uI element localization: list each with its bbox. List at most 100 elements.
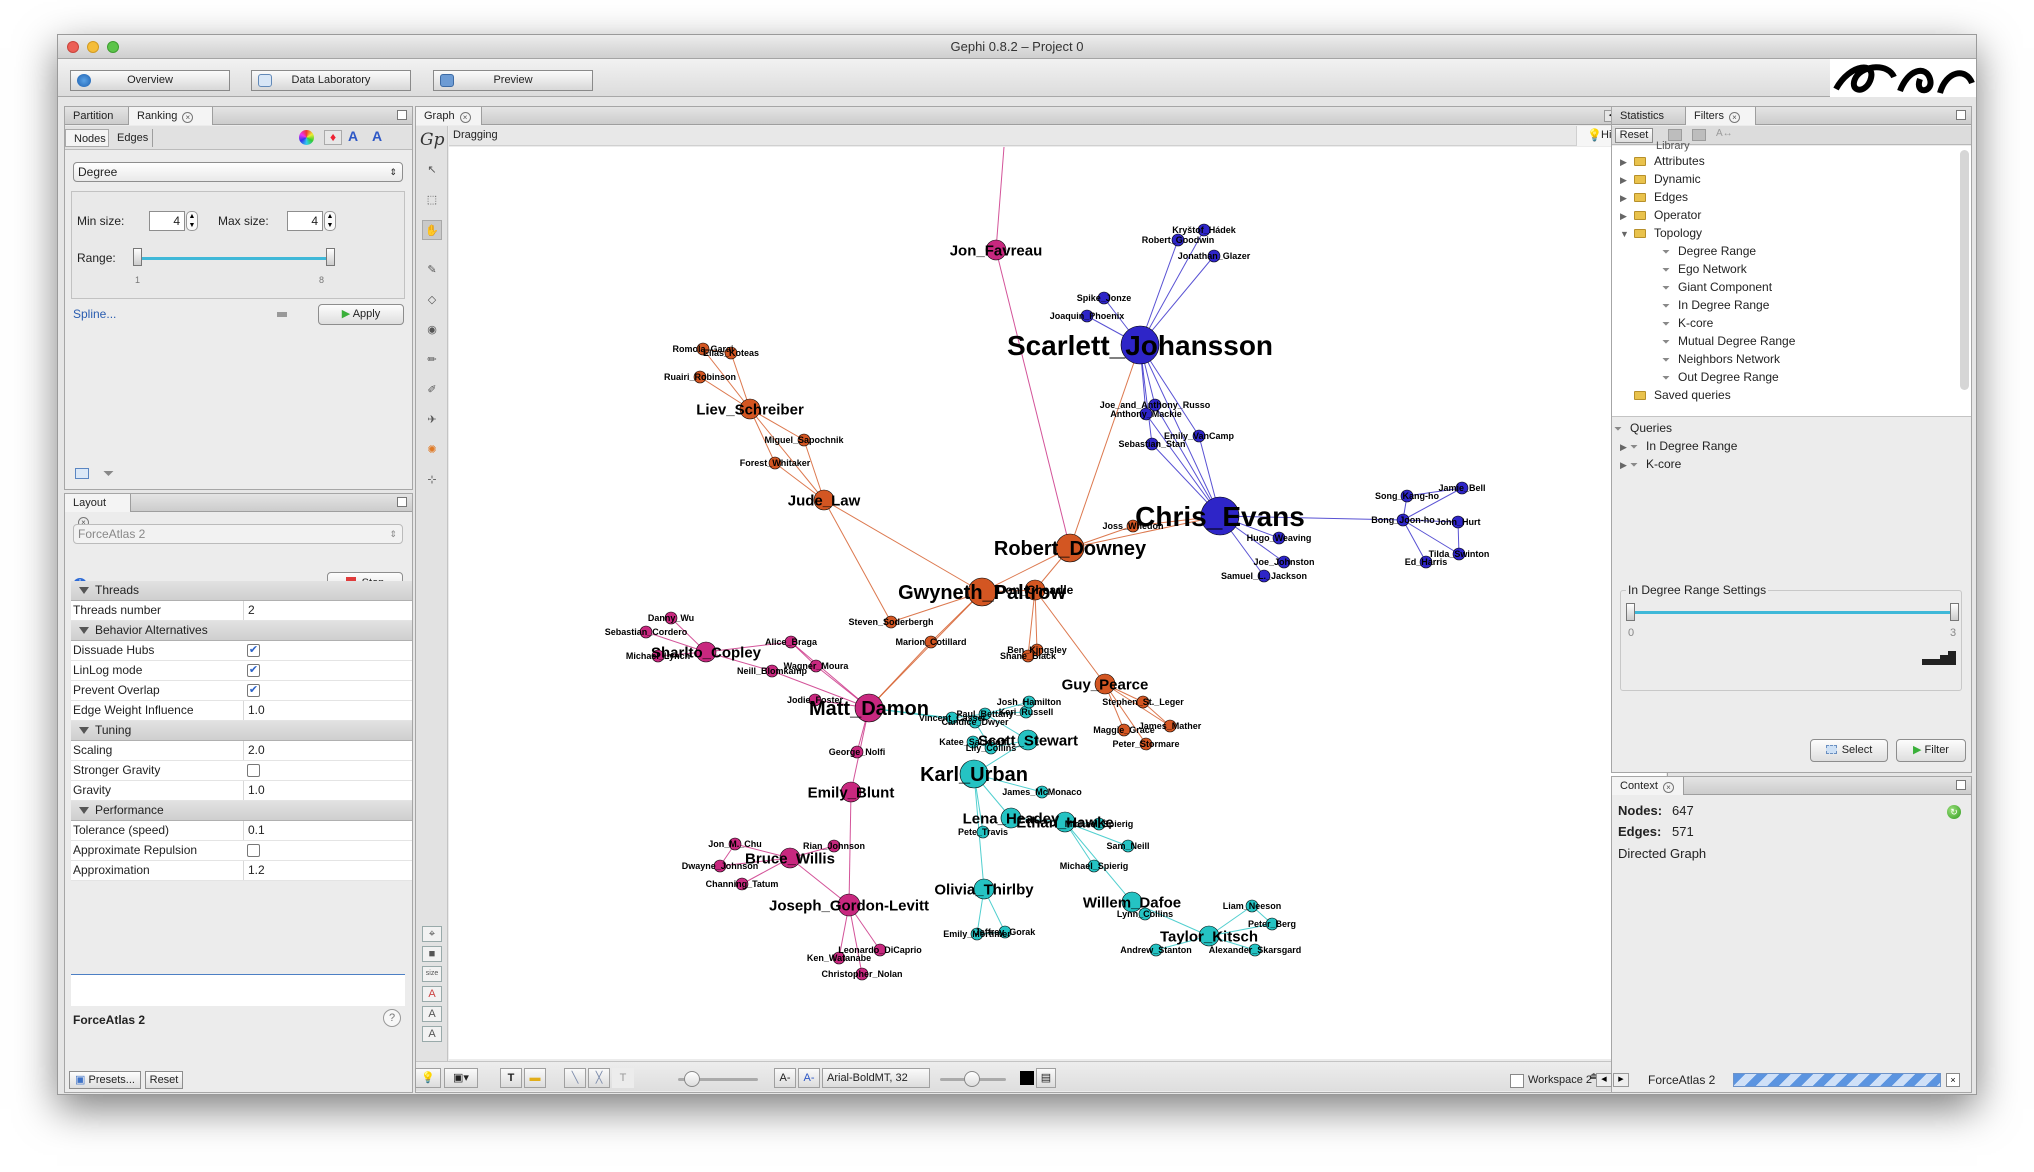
label-color-icon[interactable]: A [348,128,358,144]
close-tab-icon[interactable]: × [1728,112,1740,123]
close-window-button[interactable] [67,41,79,53]
apply-button[interactable]: ▶ Apply [318,304,404,325]
edge-color-mode-button[interactable]: ╳ [588,1068,610,1088]
collapsed-arrow-icon[interactable]: ▶ [1620,171,1630,189]
label-color-mode-icon[interactable]: A [422,986,442,1002]
library-item[interactable]: ▶ Operator [1620,206,1701,224]
data-laboratory-button[interactable]: Data Laboratory [251,70,411,91]
property-checkbox[interactable] [247,764,260,777]
painter-icon[interactable]: ✎ [422,260,442,280]
expanded-arrow-icon[interactable]: ▼ [1620,225,1630,243]
label-color-swatch[interactable] [1020,1071,1034,1085]
prev-workspace-icon[interactable]: ◀ [1596,1073,1612,1087]
overview-button[interactable]: Overview [70,70,230,91]
node-query-icon[interactable]: ⊹ [422,470,442,490]
tab-layout[interactable]: Layout× [65,494,131,528]
font-size-mode-icon[interactable]: A [422,1006,442,1022]
in-degree-high-thumb[interactable] [1950,603,1959,621]
property-value[interactable]: 1.2 [243,861,265,880]
rectangle-select-icon[interactable]: ⬚ [422,190,442,210]
layout-reset-button[interactable]: Reset [145,1071,183,1089]
layout-algorithm-select[interactable]: ForceAtlas 2 ⇕ [73,524,403,544]
show-hulls-button[interactable]: 💡 [415,1068,441,1088]
chart-toggle-icon[interactable] [75,468,89,479]
property-checkbox[interactable]: ✔ [247,664,260,677]
edge-pencil-icon[interactable]: ✏ [422,350,442,370]
property-value[interactable]: 2.0 [243,741,265,760]
size-mode-icon[interactable]: size [422,966,442,982]
font-mode-icon[interactable]: A [422,1026,442,1042]
edge-weight-button[interactable]: ╲ [564,1068,586,1088]
property-value[interactable]: 2 [243,601,255,620]
refresh-status-icon[interactable]: ↻ [1947,805,1961,819]
in-degree-range-track[interactable] [1630,611,1956,614]
collapsed-arrow-icon[interactable]: ▶ [1620,438,1630,456]
property-checkbox[interactable]: ✔ [247,644,260,657]
save-icon[interactable] [1692,129,1706,141]
max-size-input[interactable]: 4 [287,211,323,231]
library-scrollbar[interactable] [1960,150,1969,390]
label-attributes-button[interactable]: ▤ [1036,1068,1056,1088]
queries-root[interactable]: ⏷ Queries [1614,419,1672,437]
network-graph[interactable]: Jon_Favreau Scarlett_Johansson Kryštof_Hád… [449,146,1666,1059]
in-degree-low-thumb[interactable] [1626,603,1635,621]
next-workspace-icon[interactable]: ▶ [1613,1073,1629,1087]
screenshot-button[interactable]: ▣▾ [444,1068,478,1088]
edge-label-button[interactable]: T [612,1068,634,1088]
library-item[interactable]: Saved queries [1630,386,1731,404]
tab-graph[interactable]: Graph × [416,107,482,125]
property-category[interactable]: Tuning [71,721,412,741]
tab-partition[interactable]: Partition [65,107,129,125]
library-item[interactable]: ⏷ Neighbors Network [1662,350,1780,368]
library-item[interactable]: ⏷ K-core [1662,314,1713,332]
library-item[interactable]: ⏷ Out Degree Range [1662,368,1779,386]
font-scale-thumb[interactable] [964,1071,980,1087]
property-category[interactable]: Threads [71,581,412,601]
minimize-panel-icon[interactable] [397,497,407,507]
library-item[interactable]: ⏷ Giant Component [1662,278,1772,296]
ranking-parameter-select[interactable]: Degree ⇕ [73,162,403,182]
collapsed-arrow-icon[interactable]: ▶ [1620,207,1630,225]
library-item[interactable]: ▶ Dynamic [1620,170,1701,188]
minimize-panel-icon[interactable] [1956,780,1966,790]
property-checkbox[interactable]: ✔ [247,684,260,697]
label-size-icon[interactable]: A [372,128,382,144]
filters-reset-button[interactable]: Reset [1615,128,1653,143]
color-wheel-icon[interactable] [299,130,314,145]
background-color-icon[interactable]: ■ [422,946,442,962]
minimize-panel-icon[interactable] [397,110,407,120]
close-tab-icon[interactable]: × [182,112,194,123]
zoom-window-button[interactable] [107,41,119,53]
tab-context[interactable]: Context × [1612,777,1684,795]
property-category[interactable]: Behavior Alternatives [71,621,412,641]
library-item[interactable]: ⏷ In Degree Range [1662,296,1769,314]
diffusion-icon[interactable]: ✺ [422,440,442,460]
collapsed-arrow-icon[interactable]: ▶ [1620,153,1630,171]
subtab-nodes[interactable]: Nodes [65,129,109,147]
spline-link[interactable]: Spline... [73,307,116,321]
select-button[interactable]: Select [1810,739,1888,762]
minimize-window-button[interactable] [87,41,99,53]
tab-filters[interactable]: Filters × [1686,107,1756,125]
filter-button[interactable]: ▶ Filter [1896,739,1966,762]
property-checkbox[interactable] [247,844,260,857]
property-value[interactable]: 1.0 [243,781,265,800]
min-size-stepper[interactable]: ▲ ▼ [186,211,198,231]
preview-button[interactable]: Preview [433,70,593,91]
library-item[interactable]: ▶ Edges [1620,188,1688,206]
show-labels-button[interactable]: T [500,1068,522,1088]
size-diamond-icon[interactable]: ♦ [324,130,342,145]
max-size-stepper[interactable]: ▲ ▼ [324,211,336,231]
range-slider-track[interactable] [139,257,329,260]
drag-hand-icon[interactable]: ✋ [422,220,442,240]
min-size-input[interactable]: 4 [149,211,185,231]
property-value[interactable]: 0.1 [243,821,265,840]
range-slider-low-thumb[interactable] [133,248,142,266]
close-tab-icon[interactable]: × [459,112,471,123]
decrease-font-button[interactable]: A- [774,1068,796,1088]
heatmap-icon[interactable]: ◉ [422,320,442,340]
edge-scale-thumb[interactable] [684,1071,700,1087]
collapsed-arrow-icon[interactable]: ▶ [1620,456,1630,474]
range-slider-high-thumb[interactable] [326,248,335,266]
library-item[interactable]: ⏷ Mutual Degree Range [1662,332,1795,350]
